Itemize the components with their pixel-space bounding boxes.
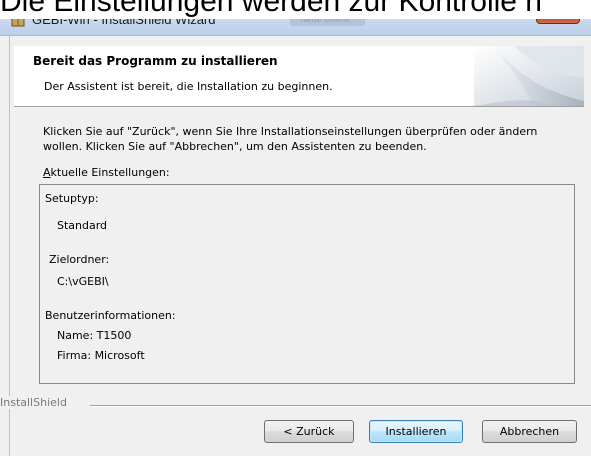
wizard-header-panel: Bereit das Programm zu installieren Der … <box>14 46 584 107</box>
current-settings-label: Aktuelle Einstellungen: <box>43 166 170 179</box>
page-title: Bereit das Programm zu installieren <box>33 54 278 68</box>
settings-summary-box[interactable]: Setuptyp: Standard Zielordner: C:\vGEBI\… <box>39 184 575 384</box>
background-caption: Die Einstellungen werden zur Kontrolle n <box>0 0 591 19</box>
back-button[interactable]: < Zurück <box>264 420 354 443</box>
instructions-line-2: wollen. Klicken Sie auf "Abbrechen", um … <box>43 140 427 153</box>
settings-label-text: ktuelle Einstellungen: <box>50 166 170 179</box>
cancel-button[interactable]: Abbrechen <box>482 420 577 443</box>
instructions-line-1: Klicken Sie auf "Zurück", wenn Sie Ihre … <box>43 125 538 138</box>
user-company-value: Firma: Microsoft <box>57 349 145 362</box>
folder-value: C:\vGEBI\ <box>57 275 109 288</box>
screen: Die Einstellungen werden zur Kontrolle n… <box>0 0 591 456</box>
user-name-value: Name: T1500 <box>57 329 132 342</box>
setup-type-label: Setuptyp: <box>45 192 99 205</box>
installshield-decoration-icon <box>474 46 584 106</box>
instructions-text: Klicken Sie auf "Zurück", wenn Sie Ihre … <box>43 124 573 154</box>
footer-divider <box>90 405 591 407</box>
page-subtitle: Der Assistent ist bereit, die Installati… <box>44 80 333 93</box>
installshield-brand-label: InstallShield <box>0 396 71 409</box>
settings-label-accelerator: A <box>43 166 51 179</box>
user-info-label: Benutzerinformationen: <box>45 309 176 322</box>
install-button[interactable]: Installieren <box>369 420 463 443</box>
folder-label: Zielordner: <box>49 253 110 266</box>
setup-type-value: Standard <box>57 219 108 232</box>
